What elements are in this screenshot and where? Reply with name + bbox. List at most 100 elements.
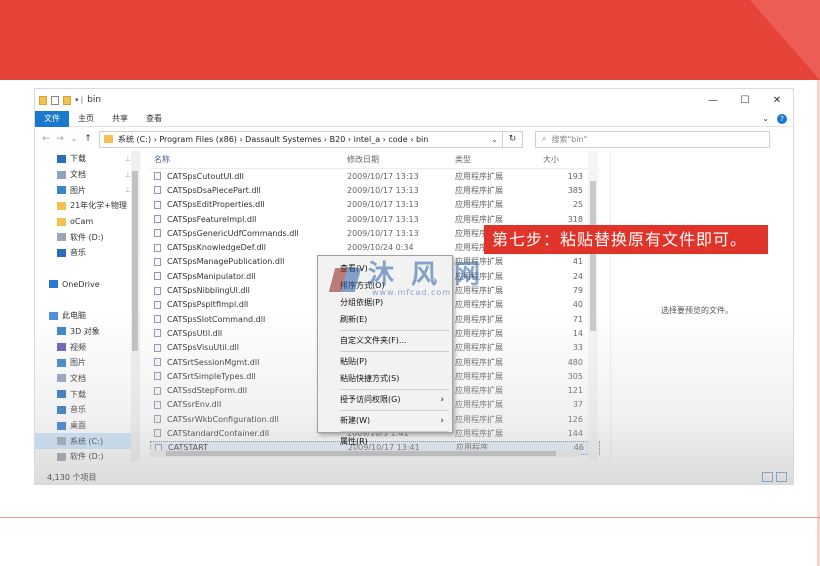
details-view-icon[interactable] <box>762 472 773 482</box>
column-size[interactable]: 大小 <box>543 154 583 165</box>
nav-item-label: 软件 (D:) <box>70 232 104 242</box>
context-menu-item[interactable]: 查看(V) <box>318 260 452 277</box>
nav-item[interactable]: 21年化学+物理 <box>35 198 139 214</box>
nav-item[interactable]: 下载 ⊥ <box>35 151 139 167</box>
context-menu-item[interactable]: 分组依据(P) <box>318 294 452 311</box>
nav-item[interactable]: 音乐 <box>35 245 139 261</box>
file-type-text: 应用程序扩展 <box>455 200 503 210</box>
bottom-divider <box>0 517 820 518</box>
nav-item[interactable]: oCam <box>35 214 139 230</box>
forward-button[interactable]: → <box>53 134 67 144</box>
quick-access-dropdown-icon[interactable]: ▾ | <box>75 96 83 104</box>
refresh-button[interactable]: ↻ <box>503 130 523 148</box>
table-row[interactable]: CATSpsCutoutUI.dll 2009/10/17 13:13 应用程序扩展… <box>150 169 600 183</box>
context-menu-item[interactable]: 自定义文件夹(F)... <box>318 332 452 349</box>
file-name-text: CATSpsManipulator.dll <box>167 271 256 281</box>
tab-file[interactable]: 文件 <box>35 110 69 127</box>
tab-home[interactable]: 主页 <box>69 111 103 127</box>
file-type: 应用程序扩展 <box>455 328 543 339</box>
nav-item[interactable]: 文档 ⊥ <box>35 167 139 183</box>
context-menu-item[interactable]: 排序方式(O) <box>318 277 452 294</box>
dll-file-icon <box>154 272 161 281</box>
file-type-text: 应用程序扩展 <box>455 286 503 296</box>
ribbon: 文件 主页 共享 查看 ⌄ ? <box>35 110 793 127</box>
table-row[interactable]: CATSpsEditProperties.dll 2009/10/17 13:13… <box>150 198 600 212</box>
table-row[interactable]: CATSpsDsaPiecePart.dll 2009/10/17 13:13 应用… <box>150 183 600 197</box>
file-name-text: CATSsrWkbConfiguration.dll <box>167 414 279 424</box>
nav-scroll-thumb[interactable] <box>132 171 138 351</box>
nav-item[interactable]: 文档 <box>35 371 139 387</box>
file-type-text: 应用程序扩展 <box>455 171 503 181</box>
help-icon[interactable]: ? <box>777 113 787 124</box>
context-menu-item[interactable]: 授予访问权限(G) › <box>318 391 452 408</box>
new-folder-icon[interactable] <box>63 95 71 105</box>
nav-item[interactable]: 此电脑 <box>35 308 139 324</box>
file-size-text: 385 <box>567 185 583 195</box>
horizontal-scroll-thumb[interactable] <box>166 451 556 456</box>
nav-item-label: 此电脑 <box>62 311 86 321</box>
file-size: 318 <box>543 215 583 224</box>
nav-item[interactable]: 软件 (D:) <box>35 229 139 245</box>
nav-item-label: 软件 (D:) <box>70 452 104 462</box>
file-size-text: 14 <box>572 328 583 338</box>
dll-file-icon <box>154 257 161 266</box>
context-menu-item[interactable]: 刷新(E) <box>318 311 452 328</box>
context-menu-item[interactable]: 粘贴(P) <box>318 353 452 370</box>
context-menu-item[interactable]: 新建(W) › <box>318 412 452 429</box>
column-date[interactable]: 修改日期 <box>347 154 455 165</box>
menu-separator <box>340 329 449 331</box>
address-bar[interactable]: 系统 (C:) › Program Files (x86) › Dassault… <box>99 130 503 148</box>
back-button[interactable]: ← <box>39 134 53 144</box>
file-type: 应用程序扩展 <box>455 199 543 210</box>
nav-item[interactable]: OneDrive <box>35 277 139 293</box>
context-menu-item-label: 粘贴快捷方式(S) <box>340 374 400 383</box>
file-list-scrollbar[interactable] <box>588 151 598 461</box>
file-date: 2009/10/17 13:13 <box>347 186 455 195</box>
file-name: CATSpsDsaPiecePart.dll <box>150 186 347 195</box>
nav-item[interactable]: 图片 <box>35 355 139 371</box>
column-type[interactable]: 类型 <box>455 154 543 165</box>
nav-item[interactable]: 桌面 <box>35 418 139 434</box>
nav-item[interactable]: 3D 对象 <box>35 324 139 340</box>
nav-item[interactable]: 音乐 <box>35 402 139 418</box>
properties-icon[interactable] <box>51 95 59 105</box>
nav-item[interactable]: 系统 (C:) <box>35 433 139 450</box>
close-button[interactable]: ✕ <box>761 95 793 106</box>
file-name-text: CATSpsManagePublication.dll <box>167 257 285 267</box>
ribbon-expand-icon[interactable]: ⌄ <box>762 114 769 123</box>
file-list-scroll-thumb[interactable] <box>590 181 596 331</box>
drive-icon <box>57 452 66 461</box>
tab-view[interactable]: 查看 <box>137 111 171 127</box>
context-menu-item[interactable]: 粘贴快捷方式(S) <box>318 370 452 387</box>
file-name-text: CATSrtSessionMgmt.dll <box>167 357 260 367</box>
file-size-text: 318 <box>567 214 583 224</box>
nav-item[interactable]: 软件 (D:) <box>35 449 139 465</box>
nav-item-label: 桌面 <box>70 421 86 431</box>
nav-scrollbar[interactable] <box>131 151 139 461</box>
context-menu-item-label: 自定义文件夹(F)... <box>340 336 407 345</box>
horizontal-scrollbar[interactable] <box>150 450 580 457</box>
navigation-pane: 下载 ⊥ 文档 ⊥ 图片 ⊥ 21年化学+物理 oCam 软件 (D:) 音乐 OneDrive 此电… <box>35 151 140 484</box>
file-type-text: 应用程序扩展 <box>455 328 503 338</box>
maximize-button[interactable]: ☐ <box>729 95 761 106</box>
large-icons-view-icon[interactable] <box>776 472 787 482</box>
nav-item-label: OneDrive <box>62 279 100 289</box>
tab-share[interactable]: 共享 <box>103 111 137 127</box>
minimize-button[interactable]: — <box>697 95 729 106</box>
drive-icon <box>57 437 66 446</box>
up-button[interactable]: ↑ <box>81 134 95 144</box>
file-type-text: 应用程序扩展 <box>455 400 503 410</box>
search-input[interactable]: ⌕ 搜索"bin" <box>535 130 770 148</box>
nav-item[interactable]: 图片 ⊥ <box>35 182 139 198</box>
nav-item[interactable]: 视频 <box>35 339 139 355</box>
cloud-icon <box>49 280 58 289</box>
context-menu-item[interactable]: 属性(R) <box>318 433 452 450</box>
file-size: 24 <box>543 272 583 281</box>
breadcrumb[interactable]: 系统 (C:) › Program Files (x86) › Dassault… <box>118 134 428 145</box>
address-dropdown-icon[interactable]: ⌄ <box>491 135 498 144</box>
nav-item[interactable]: 下载 <box>35 386 139 402</box>
document-icon <box>57 374 66 383</box>
column-name[interactable]: 名称 <box>150 154 347 165</box>
nav-item-label: 音乐 <box>70 405 86 415</box>
recent-locations-button[interactable]: ⌄ <box>67 134 81 144</box>
